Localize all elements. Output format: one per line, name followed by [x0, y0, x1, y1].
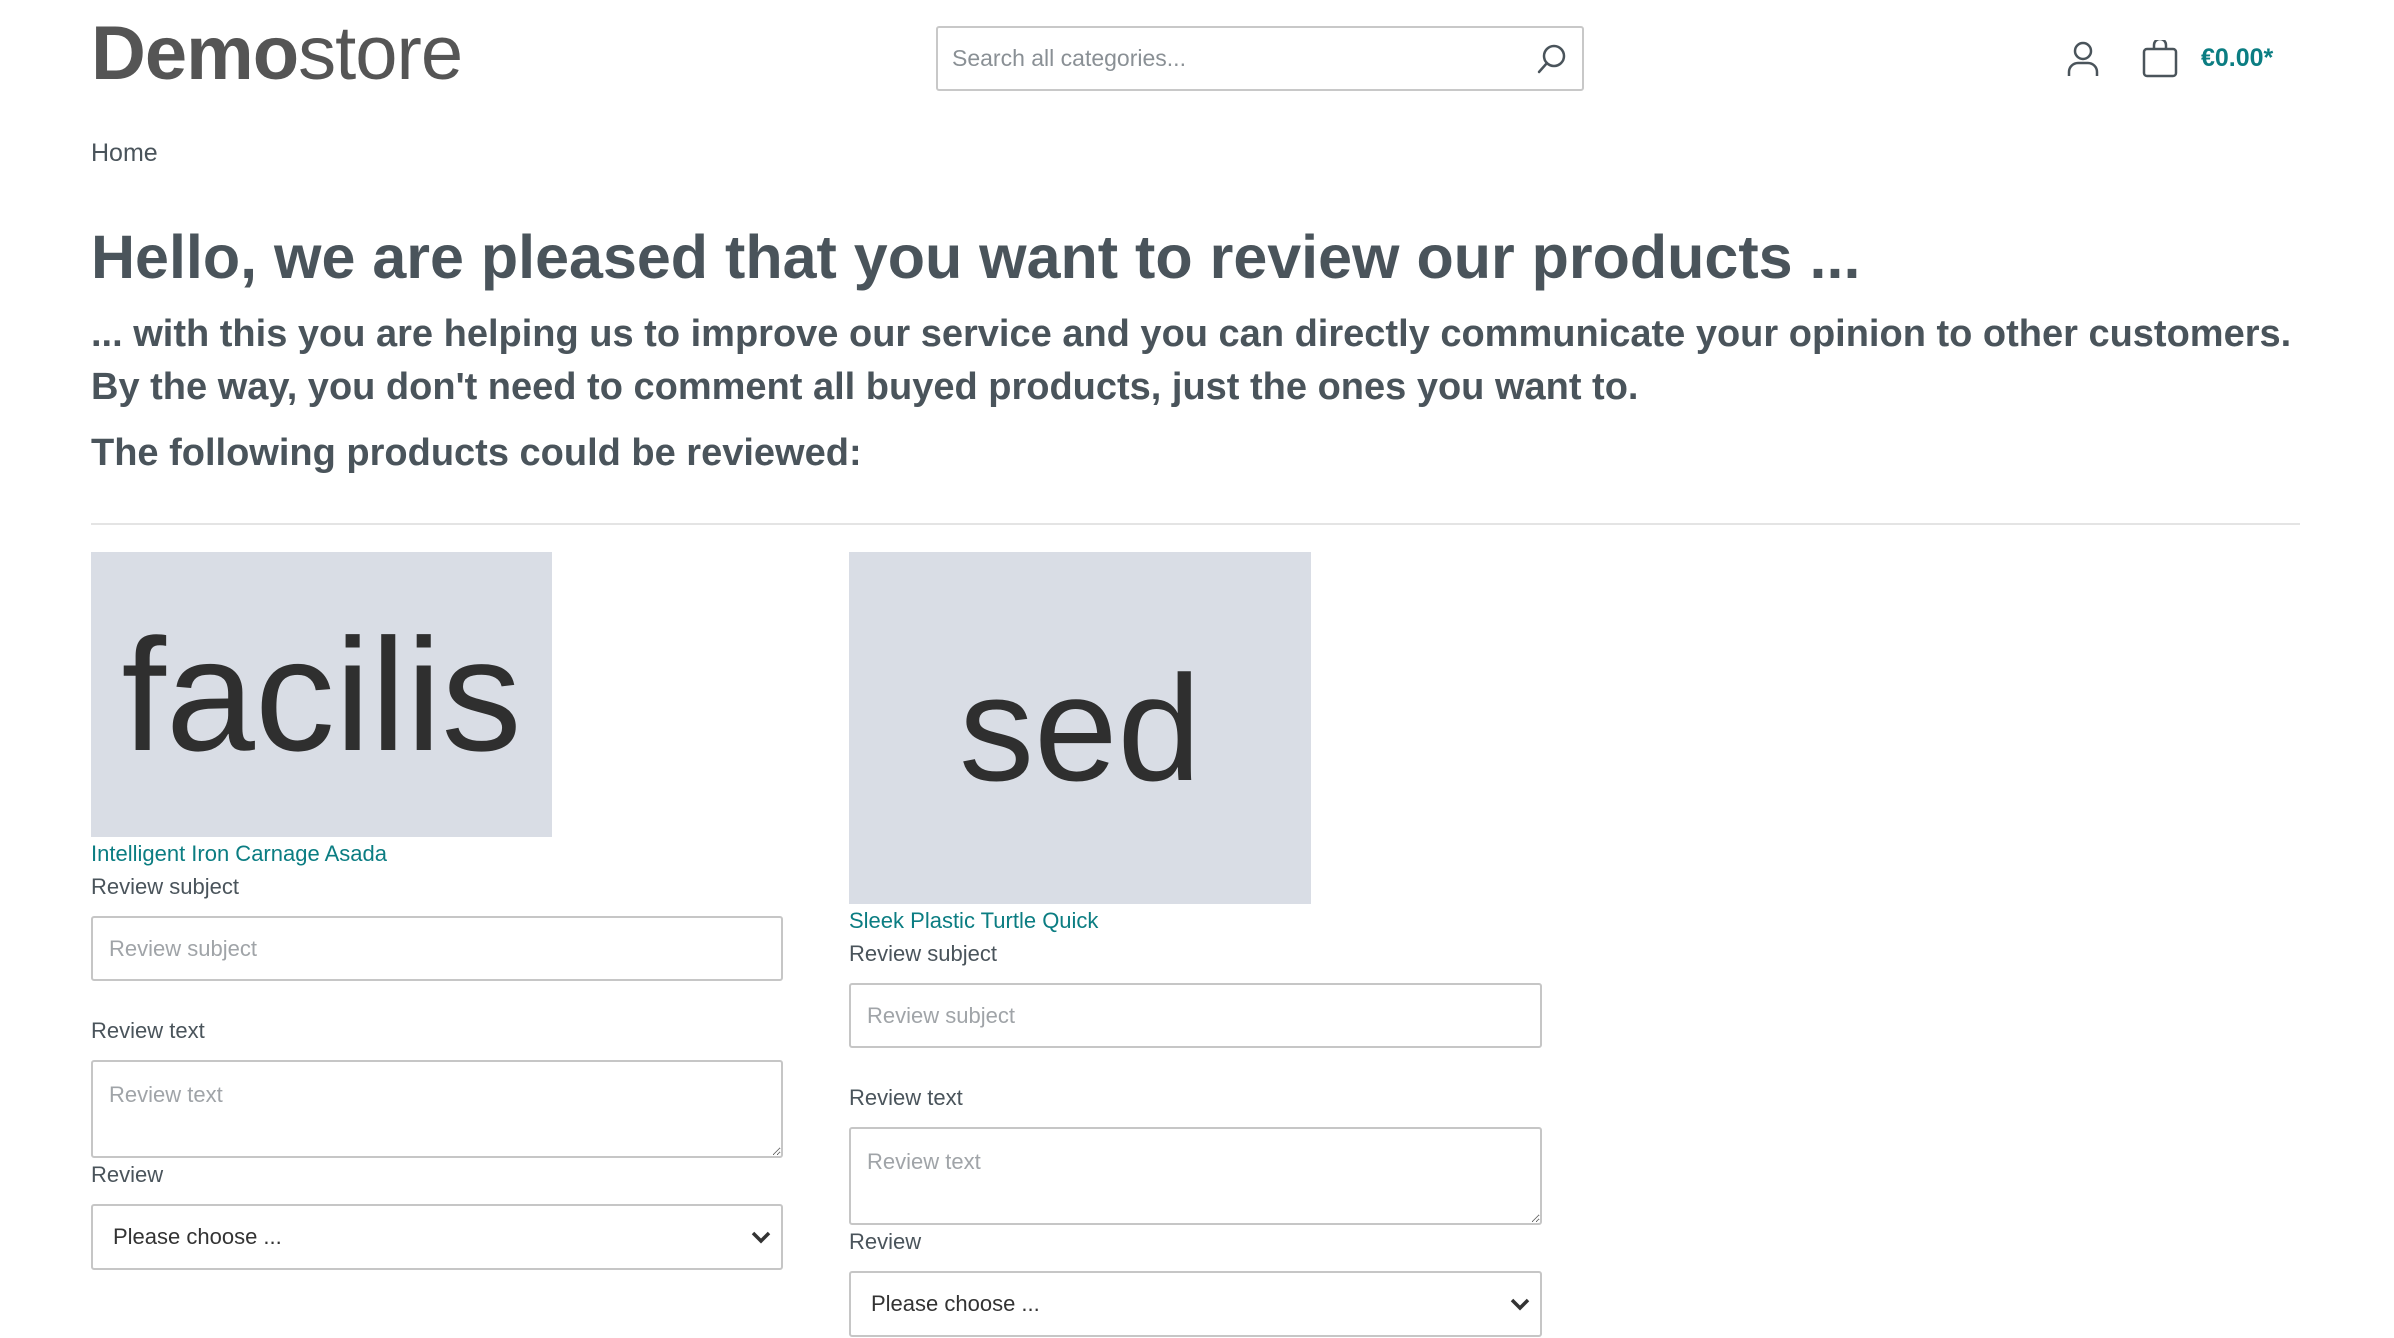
chevron-down-icon	[1510, 1298, 1530, 1311]
review-text-label: Review text	[91, 1018, 205, 1043]
review-text-input[interactable]	[849, 1127, 1542, 1225]
review-subject-input[interactable]	[849, 983, 1542, 1048]
review-rating-select[interactable]: Please choose ...	[91, 1204, 783, 1270]
review-subject-label: Review subject	[849, 941, 997, 966]
review-subject-input[interactable]	[91, 916, 783, 981]
search-input[interactable]	[938, 28, 1522, 89]
products-heading: The following products could be reviewed…	[91, 432, 862, 474]
review-text-label: Review text	[849, 1085, 963, 1110]
product-name-link[interactable]: Sleek Plastic Turtle Quick	[849, 908, 1098, 934]
page-subtitle: ... with this you are helping us to impr…	[91, 313, 2292, 408]
review-rating-select[interactable]: Please choose ...	[849, 1271, 1542, 1337]
cart-total[interactable]: €0.00*	[2201, 44, 2273, 73]
product-image[interactable]: facilis	[91, 552, 552, 837]
product-image[interactable]: sed	[849, 552, 1311, 904]
divider	[91, 523, 2300, 525]
user-icon[interactable]	[2066, 40, 2100, 83]
review-text-input[interactable]	[91, 1060, 783, 1158]
cart-icon[interactable]	[2142, 37, 2178, 83]
review-subject-label: Review subject	[91, 874, 239, 899]
page-title: Hello, we are pleased that you want to r…	[91, 223, 1861, 291]
chevron-down-icon	[751, 1231, 771, 1244]
review-rating-label: Review	[849, 1229, 922, 1254]
breadcrumb-home[interactable]: Home	[91, 139, 158, 168]
search-icon[interactable]	[1522, 43, 1582, 75]
review-rating-label: Review	[91, 1162, 164, 1187]
search-bar	[936, 26, 1584, 91]
product-name-link[interactable]: Intelligent Iron Carnage Asada	[91, 841, 387, 867]
logo[interactable]: Demostore	[91, 14, 463, 94]
